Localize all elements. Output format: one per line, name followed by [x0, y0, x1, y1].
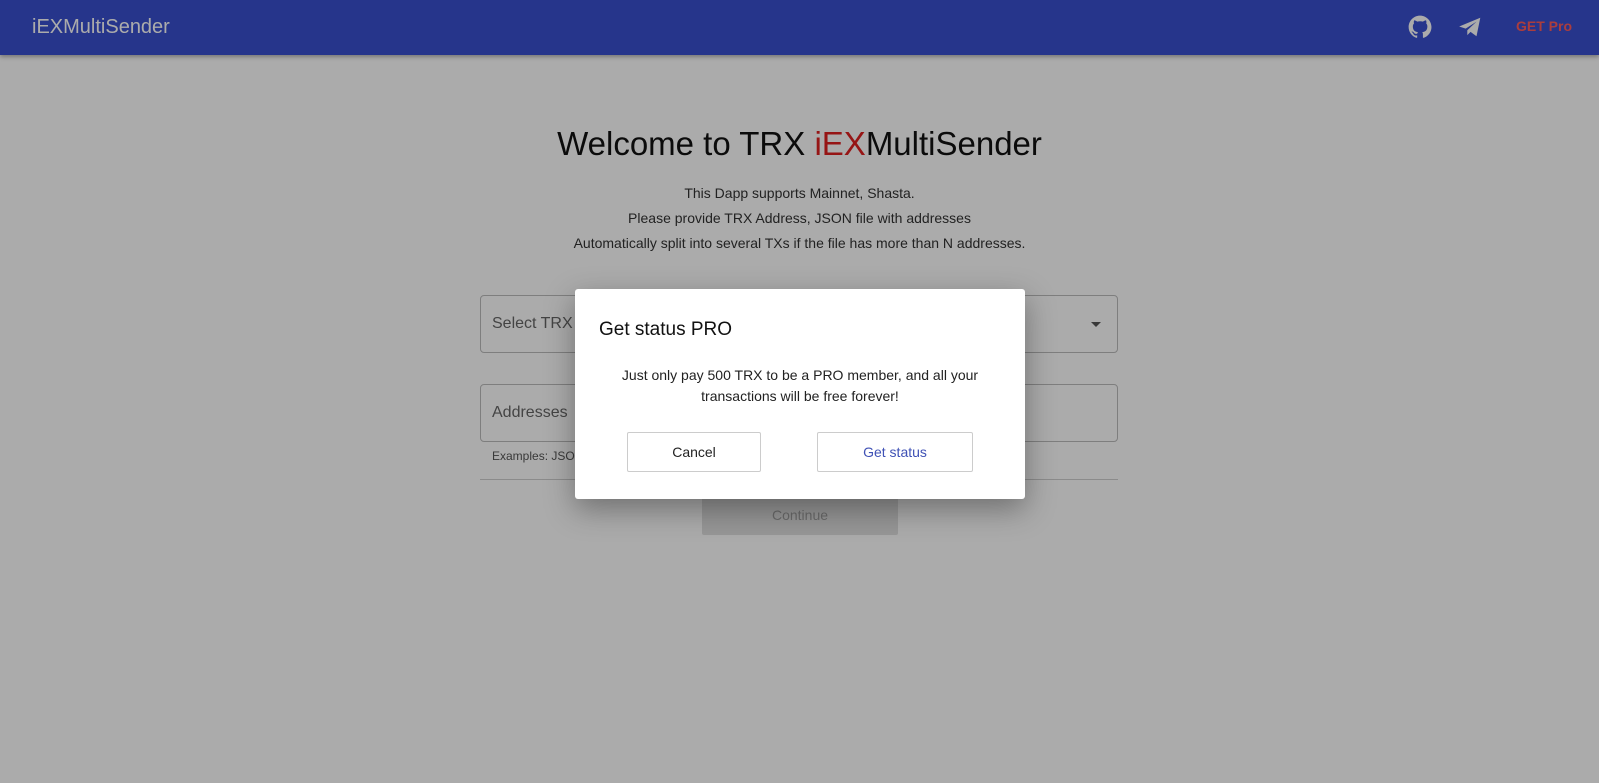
get-status-button[interactable]: Get status — [817, 432, 973, 472]
cancel-button[interactable]: Cancel — [627, 432, 761, 472]
pro-status-dialog: Get status PRO Just only pay 500 TRX to … — [575, 289, 1025, 499]
dialog-title: Get status PRO — [599, 319, 733, 340]
dialog-body: Just only pay 500 TRX to be a PRO member… — [621, 367, 979, 404]
